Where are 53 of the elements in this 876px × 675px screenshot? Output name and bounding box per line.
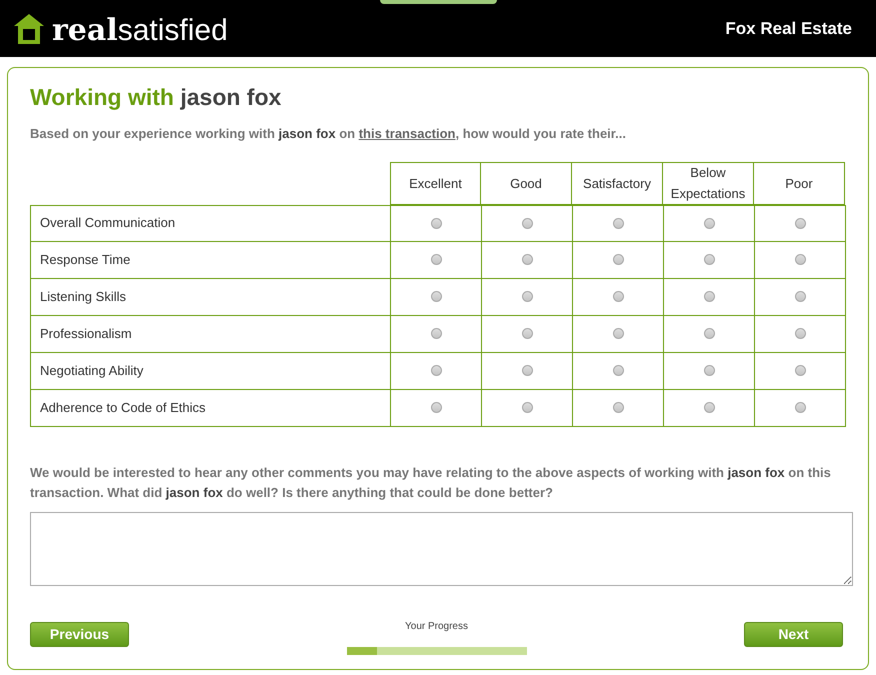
column-header: Below Expectations <box>663 162 754 204</box>
column-header: Poor <box>754 162 845 204</box>
rating-radio[interactable] <box>612 364 624 376</box>
criterion-label: Adherence to Code of Ethics <box>31 390 391 426</box>
criterion-label: Negotiating Ability <box>31 352 391 388</box>
rating-radio[interactable] <box>522 218 532 228</box>
criterion-label: Overall Communication <box>31 206 391 240</box>
rating-radio[interactable] <box>612 328 624 338</box>
rating-radio[interactable] <box>430 290 442 302</box>
rating-radio[interactable] <box>612 290 624 302</box>
rating-radio[interactable] <box>794 218 806 228</box>
criterion-label: Listening Skills <box>31 278 391 314</box>
rating-radio[interactable] <box>704 402 714 412</box>
rating-radio[interactable] <box>522 402 532 412</box>
rating-radio[interactable] <box>522 254 532 264</box>
rating-radio[interactable] <box>522 328 532 338</box>
rating-radio[interactable] <box>704 290 714 302</box>
rating-radio[interactable] <box>522 364 532 376</box>
transaction-link[interactable]: this transaction <box>358 126 456 141</box>
column-header: Excellent <box>390 162 481 204</box>
rating-radio[interactable] <box>704 218 714 228</box>
rating-radio[interactable] <box>430 402 442 412</box>
rating-radio[interactable] <box>794 254 806 264</box>
logo-text: satisfied <box>118 16 228 46</box>
rating-radio[interactable] <box>794 290 806 302</box>
rating-radio[interactable] <box>430 218 442 228</box>
rating-radio[interactable] <box>430 328 442 338</box>
house-icon <box>12 12 46 46</box>
intro-text: Based on your experience working with jason fox on this transaction, how would you rate their... <box>30 125 627 143</box>
rating-radio[interactable] <box>430 254 442 264</box>
rating-radio[interactable] <box>522 290 532 302</box>
rating-radio[interactable] <box>704 328 714 338</box>
page-title: Working with jason fox <box>30 83 282 112</box>
progress-label: Your Progress <box>405 620 468 634</box>
comments-prompt: We would be interested to hear any other comments you may have relating to the above aspects of working with jason fox on this transaction. What did jason fox do well? Is there anything that could be done better? <box>30 464 832 502</box>
previous-button[interactable]: Previous <box>30 622 129 646</box>
rating-radio[interactable] <box>704 254 714 264</box>
rating-radio[interactable] <box>794 328 806 338</box>
rating-radio[interactable] <box>430 364 442 376</box>
rating-radio[interactable] <box>794 364 806 376</box>
column-header: Good <box>481 162 572 204</box>
criterion-label: Response Time <box>31 242 391 278</box>
criterion-label: Professionalism <box>31 316 391 352</box>
logo-text: real <box>52 16 118 46</box>
rating-radio[interactable] <box>612 218 624 228</box>
comments-field[interactable] <box>30 512 853 586</box>
company-name: Fox Real Estate <box>725 18 852 40</box>
rating-radio[interactable] <box>704 364 714 376</box>
next-button[interactable]: Next <box>744 622 843 646</box>
rating-radio[interactable] <box>794 402 806 412</box>
rating-radio[interactable] <box>612 402 624 412</box>
column-header: Satisfactory <box>572 162 663 204</box>
rating-radio[interactable] <box>612 254 624 264</box>
